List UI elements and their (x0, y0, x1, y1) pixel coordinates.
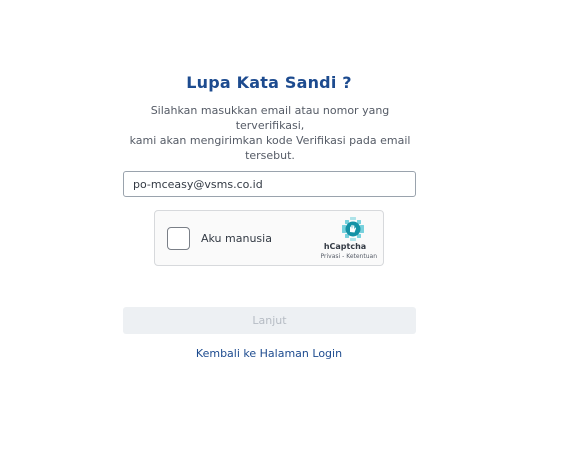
email-field[interactable] (123, 171, 416, 197)
back-to-login-link[interactable]: Kembali ke Halaman Login (0, 347, 538, 360)
hcaptcha-logo-icon (342, 217, 364, 241)
captcha-label: Aku manusia (201, 232, 272, 245)
captcha-checkbox[interactable] (167, 227, 190, 250)
page-title: Lupa Kata Sandi ? (186, 73, 352, 92)
captcha-brand: hCaptcha (323, 242, 367, 251)
captcha-terms-link[interactable]: Ketentuan (346, 253, 377, 260)
captcha-privacy-link[interactable]: Privasi (321, 253, 341, 260)
instructions-line-1: Silahkan masukkan email atau nomor yang … (150, 104, 390, 132)
instructions-line-2: kami akan mengirimkan kode Verifikasi pa… (129, 134, 411, 147)
instructions-text: Silahkan masukkan email atau nomor yang … (124, 103, 416, 163)
instructions-line-3: tersebut. (245, 149, 295, 162)
captcha-widget: Aku manusia hCaptcha Privasi - Ketentuan (154, 210, 384, 266)
captcha-links: Privasi - Ketentuan (321, 253, 377, 260)
continue-button[interactable]: Lanjut (123, 307, 416, 334)
